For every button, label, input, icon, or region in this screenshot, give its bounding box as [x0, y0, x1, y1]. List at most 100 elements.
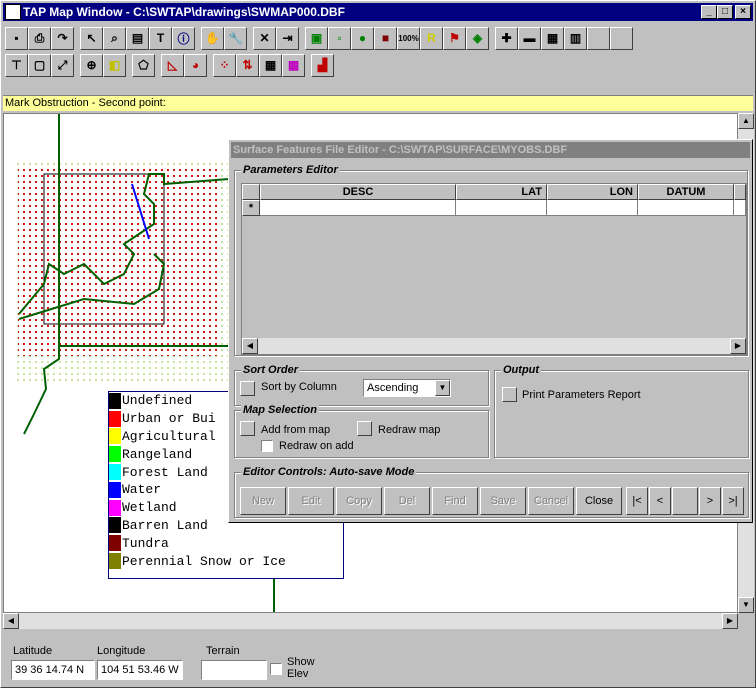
scroll-left-button[interactable]: ◀: [3, 613, 19, 629]
print-icon[interactable]: ⎙: [28, 26, 51, 50]
scatter-icon[interactable]: ⁘: [213, 53, 236, 77]
new-button[interactable]: New: [240, 487, 286, 515]
terrain-field[interactable]: [201, 660, 267, 680]
info-icon[interactable]: ⓘ: [172, 26, 195, 50]
parameters-grid[interactable]: DESC LAT LON DATUM * ◀ ▶: [241, 183, 747, 355]
close-dialog-button[interactable]: Close: [576, 487, 622, 515]
cell-lon[interactable]: [547, 200, 638, 216]
col-header-lon[interactable]: LON: [547, 184, 638, 200]
stop-icon[interactable]: ■: [374, 26, 397, 50]
scroll-up-button[interactable]: ▲: [738, 113, 754, 129]
delete-icon[interactable]: ✕: [253, 26, 276, 50]
legend-label: Rangeland: [122, 446, 193, 462]
delete-button[interactable]: Del: [384, 487, 430, 515]
scroll-right-button[interactable]: ▶: [722, 613, 738, 629]
line-icon[interactable]: ⊤: [5, 53, 28, 77]
raster2-icon[interactable]: ▦: [282, 53, 305, 77]
redraw-map-button[interactable]: [357, 421, 372, 436]
new-row-marker: *: [242, 200, 260, 216]
toolbar-main: ▪ ⎙ ↷ ↖ ⌕ ▤ T ⓘ ✋ 🔧 ✕ ⇥ ▣ ▫ ● ■ 100% R ⚑…: [5, 25, 633, 51]
print-report-button[interactable]: [502, 387, 517, 402]
minimize-button[interactable]: _: [701, 5, 717, 19]
cell-desc[interactable]: [260, 200, 456, 216]
notes-icon[interactable]: ▥: [564, 26, 587, 50]
cell-lat[interactable]: [456, 200, 547, 216]
grid-horizontal-scrollbar[interactable]: ◀ ▶: [242, 338, 746, 354]
box-icon[interactable]: ▢: [28, 53, 51, 77]
redo-icon[interactable]: ↷: [51, 26, 74, 50]
blank-button-1[interactable]: [587, 26, 610, 50]
map-selection-title: Map Selection: [241, 404, 319, 416]
import-icon[interactable]: ⇥: [276, 26, 299, 50]
show-elev-checkbox[interactable]: [270, 663, 282, 675]
find-button[interactable]: Find: [432, 487, 478, 515]
save-icon[interactable]: ▪: [5, 26, 28, 50]
raster-icon[interactable]: ▦: [259, 53, 282, 77]
chevron-down-icon[interactable]: ▼: [435, 380, 450, 396]
terrain-label: Terrain: [206, 645, 240, 657]
zoom-icon[interactable]: ⌕: [103, 26, 126, 50]
expand-icon[interactable]: ⤢: [51, 53, 74, 77]
grid-icon[interactable]: ▦: [541, 26, 564, 50]
cancel-button[interactable]: Cancel: [528, 487, 574, 515]
map-horizontal-scrollbar[interactable]: ◀ ▶: [3, 613, 738, 629]
color-swap-icon[interactable]: ◧: [103, 53, 126, 77]
point-icon[interactable]: ▫: [328, 26, 351, 50]
letter-r-icon[interactable]: R: [420, 26, 443, 50]
ruler-icon[interactable]: ▬: [518, 26, 541, 50]
legend-label: Tundra: [122, 535, 169, 551]
close-button[interactable]: ×: [735, 5, 751, 19]
output-group: Output Print Parameters Report: [494, 364, 749, 458]
col-header-desc[interactable]: DESC: [260, 184, 456, 200]
text-icon[interactable]: T: [149, 26, 172, 50]
sort-order-select[interactable]: Ascending ▼: [363, 379, 451, 397]
legend-swatch: [109, 553, 121, 570]
crosshair-icon[interactable]: ⊕: [80, 53, 103, 77]
longitude-field[interactable]: 104 51 53.46 W: [97, 660, 183, 680]
cell-extra[interactable]: [734, 200, 746, 216]
sort-order-group: Sort Order Sort by Column Ascending ▼: [234, 364, 489, 406]
pin-icon[interactable]: ●: [351, 26, 374, 50]
prev-record-button[interactable]: <: [649, 487, 671, 515]
copy-button[interactable]: Copy: [336, 487, 382, 515]
sort-by-column-label: Sort by Column: [261, 381, 337, 393]
longitude-label: Longitude: [97, 645, 146, 657]
plus-icon[interactable]: ✚: [495, 26, 518, 50]
polygon-icon[interactable]: ⬠: [132, 53, 155, 77]
legend-swatch: [109, 464, 121, 481]
redraw-map-label: Redraw map: [378, 424, 441, 436]
sort-by-column-button[interactable]: [240, 381, 255, 396]
save-button[interactable]: Save: [480, 487, 526, 515]
marker-icon[interactable]: ◈: [466, 26, 489, 50]
cell-datum[interactable]: [638, 200, 734, 216]
last-record-button[interactable]: >|: [722, 487, 744, 515]
legend-swatch: [109, 428, 121, 445]
col-header-lat[interactable]: LAT: [456, 184, 547, 200]
pan-icon[interactable]: ✋: [201, 26, 224, 50]
chart-icon[interactable]: ▟: [311, 53, 334, 77]
area-icon[interactable]: ◺: [161, 53, 184, 77]
maximize-button[interactable]: □: [717, 5, 733, 19]
edit-button[interactable]: Edit: [288, 487, 334, 515]
latitude-field[interactable]: 39 36 14.74 N: [11, 660, 95, 680]
redraw-on-add-checkbox[interactable]: [261, 440, 273, 452]
tool-icon[interactable]: 🔧: [224, 26, 247, 50]
col-header-datum[interactable]: DATUM: [638, 184, 734, 200]
blank-button-2[interactable]: [610, 26, 633, 50]
next-record-button[interactable]: >: [699, 487, 721, 515]
scroll-down-button[interactable]: ▼: [738, 597, 754, 613]
legend-swatch: [109, 535, 121, 552]
pie-icon[interactable]: ◕: [184, 53, 207, 77]
flag-icon[interactable]: ⚑: [443, 26, 466, 50]
select-icon[interactable]: ▤: [126, 26, 149, 50]
grid-scroll-right[interactable]: ▶: [730, 338, 746, 354]
toolbar-draw: ⊤ ▢ ⤢ ⊕ ◧ ⬠ ◺ ◕ ⁘ ⇅ ▦ ▦ ▟: [5, 52, 334, 78]
zoom-100-button[interactable]: 100%: [397, 26, 420, 50]
grid-scroll-left[interactable]: ◀: [242, 338, 258, 354]
legend-swatch: [109, 499, 121, 516]
layer-icon[interactable]: ▣: [305, 26, 328, 50]
arrows-icon[interactable]: ⇅: [236, 53, 259, 77]
add-from-map-button[interactable]: [240, 421, 255, 436]
first-record-button[interactable]: |<: [626, 487, 648, 515]
pointer-icon[interactable]: ↖: [80, 26, 103, 50]
